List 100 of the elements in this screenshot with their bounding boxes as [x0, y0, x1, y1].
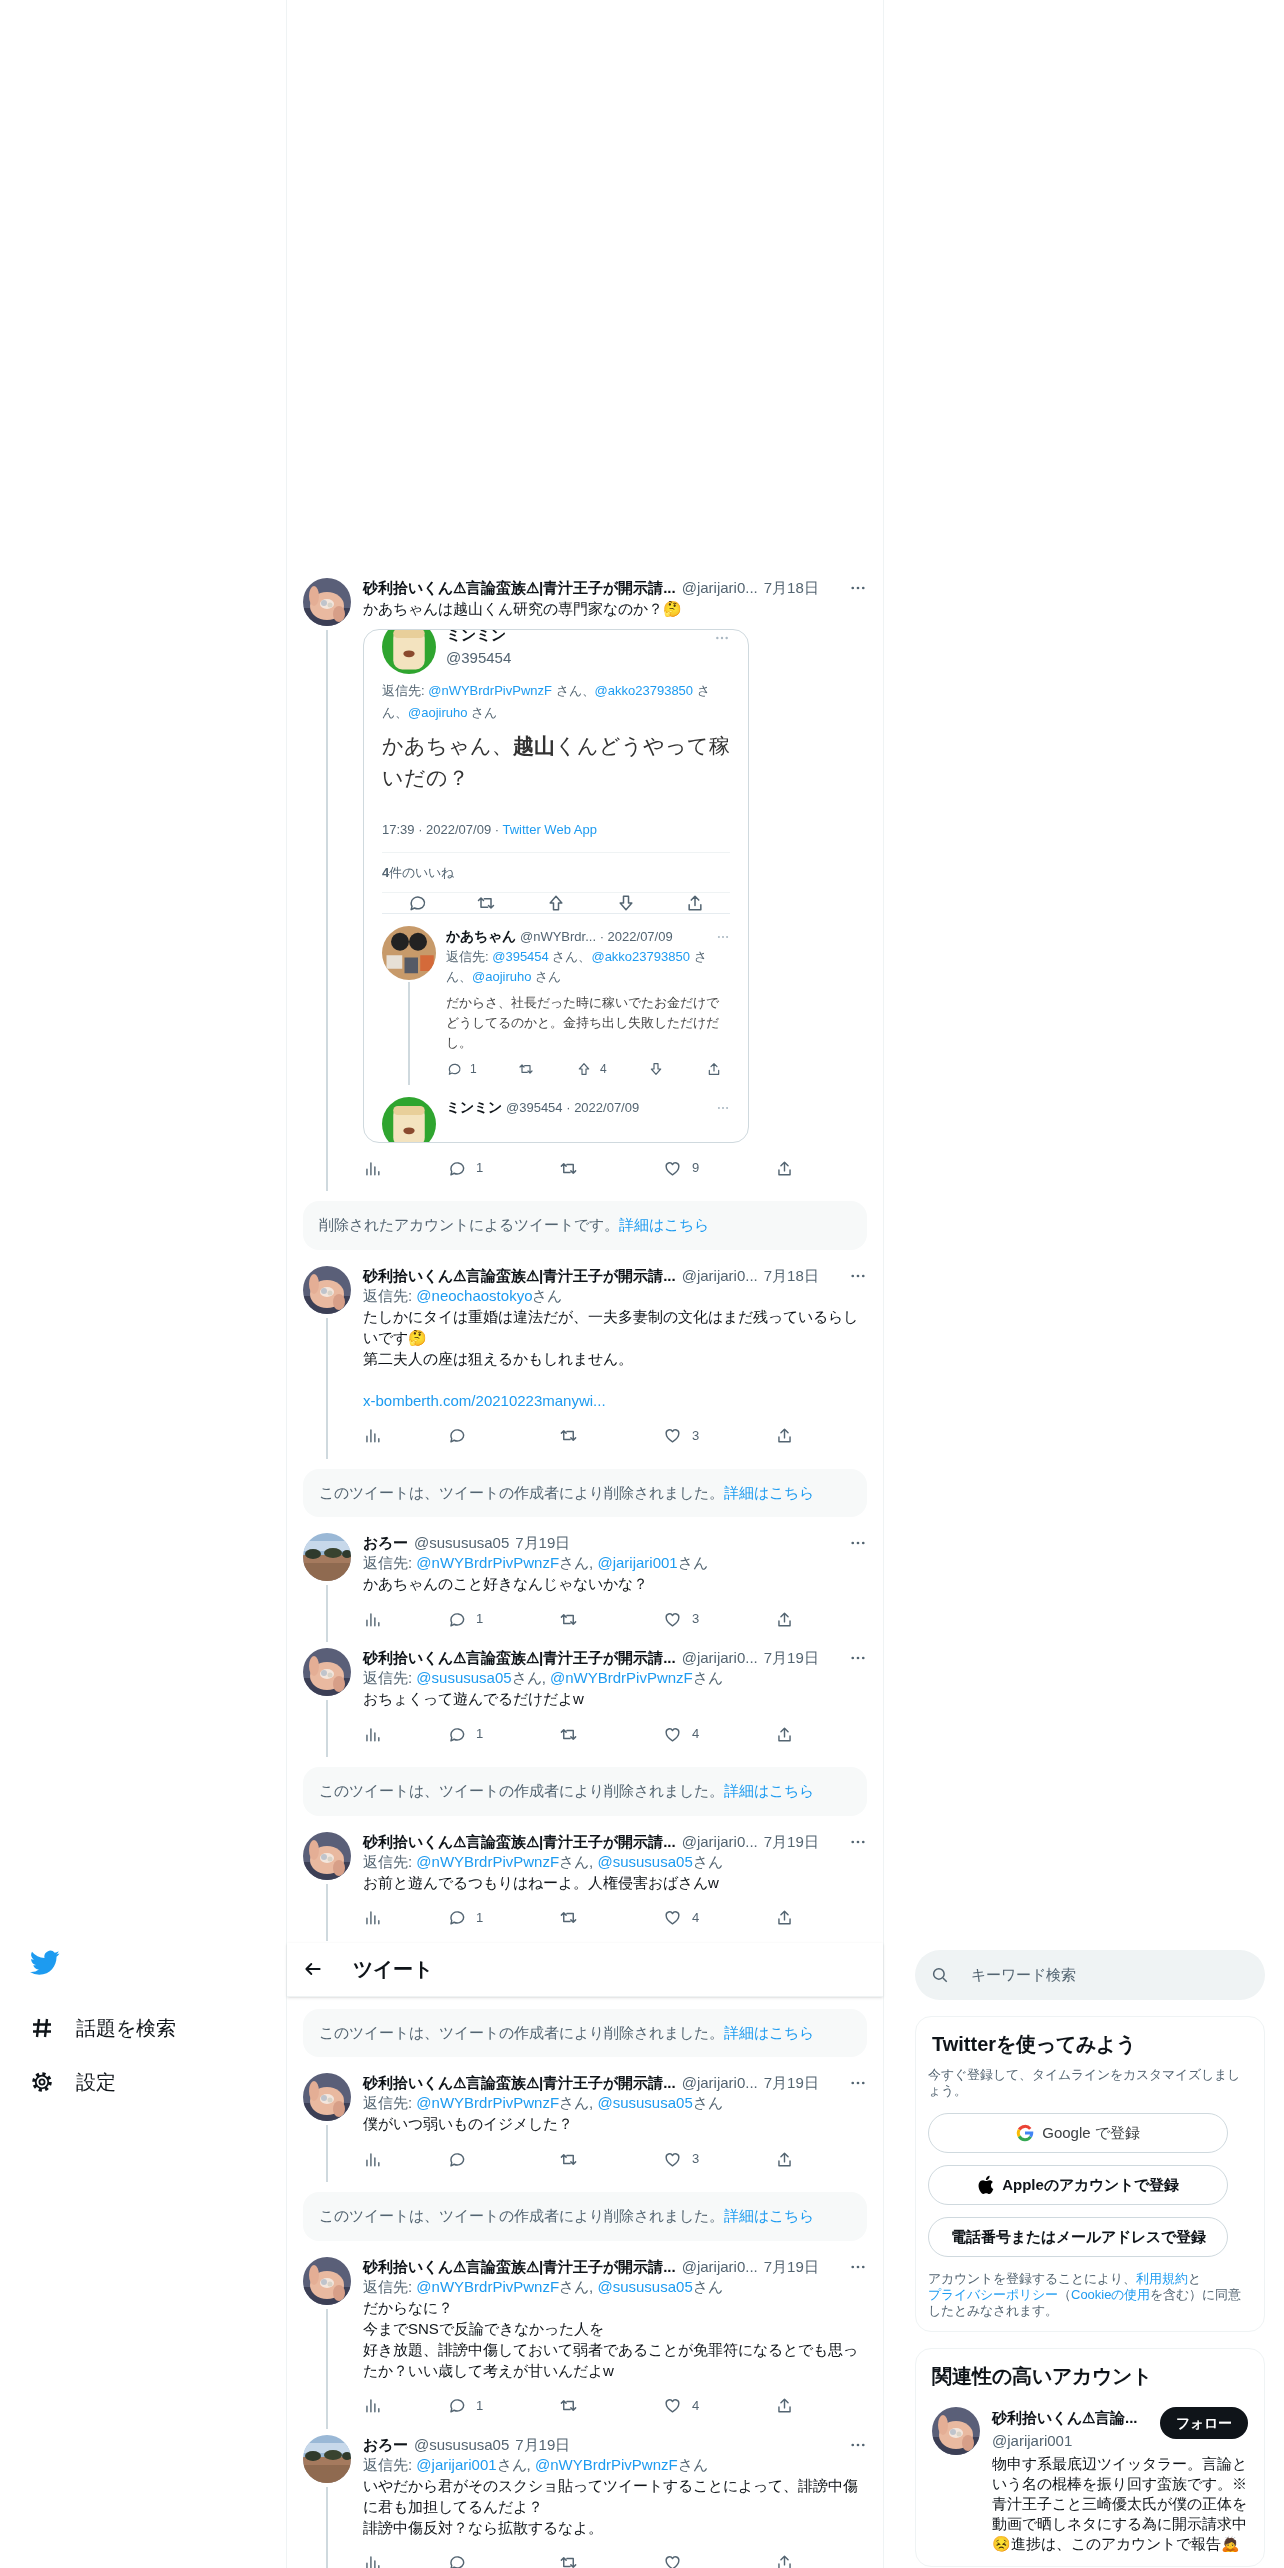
count: 3	[692, 1426, 700, 1445]
tweet-text: いやだから君がそのスクショ貼ってツイートすることによって、誹謗中傷に君も加担してるんだよ？	[363, 2475, 859, 2517]
card-subtitle: 今すぐ登録して、タイムラインをカスタマイズしましょう。	[928, 2067, 1241, 2099]
count: 1	[476, 1610, 484, 1629]
learn-more-link[interactable]: 詳細はこちら	[724, 2207, 814, 2224]
views-icon[interactable]	[363, 1908, 382, 1927]
user-handle: @jarijari001	[992, 2430, 1074, 2451]
count: 1	[476, 2396, 484, 2415]
reply-to-line: 返信先: @nWYBrdrPivPwnzF さん、@akko23793850 さん、@aojiruho さん	[381, 682, 711, 722]
user-name: 砂利拾いくん⚠言論蛮族⚠|青汁王子が開示請...	[363, 1265, 676, 1286]
tweet-date: 7月19日	[763, 1648, 819, 1668]
reply-icon[interactable]	[446, 1061, 462, 1077]
like-icon[interactable]	[663, 2396, 682, 2415]
tweet-text: だからなに？	[363, 2297, 454, 2318]
user-handle: @jarijari0...	[681, 578, 758, 598]
user-handle: @nWYBrdr... · 2022/07/09	[520, 927, 674, 946]
reply-icon[interactable]	[447, 2553, 466, 2568]
count: 3	[692, 1610, 700, 1629]
share-icon[interactable]	[775, 2149, 794, 2169]
legal-text: アカウントを登録することにより、利用規約 と プライバシーポリシー（Cookieの使用を含む）に同意したとみなされます。	[928, 2271, 1243, 2319]
tweet-text: たしかにタイは重婚は違法だが、一夫多妻制の文化はまだ残っているらしいです🤔	[363, 1306, 859, 1348]
g-logo-icon	[1016, 2124, 1035, 2142]
user-name: 砂利拾いくん⚠言論蛮族⚠|青汁王子が開示請...	[363, 578, 676, 598]
tweet-link[interactable]: x-bomberth.com/20210223manywi...	[363, 1389, 606, 1411]
tweet-date: 7月19日	[515, 1533, 571, 1553]
share-icon[interactable]	[775, 2553, 794, 2568]
views-icon[interactable]	[363, 2396, 382, 2415]
user-handle: @susususa05	[414, 1533, 510, 1553]
apple-icon	[977, 2175, 995, 2195]
card-title: Twitterを使ってみよう	[931, 2032, 1138, 2057]
user-name: 砂利拾いくん⚠言論蛮族⚠|青汁王子が開示請...	[363, 2256, 676, 2277]
reply-icon[interactable]	[447, 2396, 466, 2415]
like-icon[interactable]	[663, 2553, 682, 2568]
legal-link[interactable]: プライバシーポリシー	[928, 2287, 1058, 2302]
signup-button[interactable]: Appleのアカウントで登録	[928, 2165, 1228, 2205]
reply-to-line: 返信先: @neochaostokyoさん	[363, 1285, 564, 1306]
learn-more-link[interactable]: 詳細はこちら	[619, 1216, 709, 1233]
user-handle: @395454 · 2022/07/09	[506, 1098, 641, 1117]
tweet-text: だからさ、社長だった時に稼いでたお金だけでどうしてるのかと。金持ち出し失敗しただけだし。	[446, 994, 720, 1052]
tweet-text: 好き放題、誹謗中傷しておいて弱者であることが免罪符になるとでも思ったか？いい歳して考えが甘いんだよw	[363, 2339, 859, 2381]
tweet-date: 7月18日	[763, 1265, 819, 1286]
share-icon[interactable]	[775, 2396, 794, 2415]
reply-icon[interactable]	[447, 1908, 466, 1927]
account-bio: 物申す系最底辺ツイッタラー。言論という名の棍棒を振り回す蛮族です。※青汁王子こと三崎優太氏が僕の正体を動画で晒しネタにする為に開示請求中😣進捗は、このアカウントで報告🙇	[992, 2454, 1248, 2554]
user-name: ミンミン	[446, 630, 507, 645]
reply-to-line: 返信先: @jarijari001さん, @nWYBrdrPivPwnzFさん	[363, 2454, 709, 2475]
user-name: おろー	[363, 1533, 408, 1553]
upvote-icon[interactable]	[576, 1061, 592, 1077]
user-name: かあちゃん	[446, 927, 516, 946]
follow-button[interactable]: フォロー	[1160, 2407, 1248, 2439]
reply-to-line: 返信先: @nWYBrdrPivPwnzFさん, @susususa05さん	[363, 1851, 724, 1872]
count: 1	[476, 1159, 484, 1178]
search-field[interactable]: キーワード検索	[915, 1950, 1265, 2000]
card-title: 関連性の高いアカウント	[932, 2364, 1153, 2389]
legal-link[interactable]: Cookieの使用	[1071, 2287, 1151, 2302]
user-name: 砂利拾いくん⚠言論蛮族⚠|青汁王子が開示請...	[363, 1648, 676, 1668]
share-icon[interactable]	[775, 1158, 794, 1178]
user-handle: @jarijari0...	[681, 1265, 758, 1286]
signup-button[interactable]: Google で登録	[928, 2113, 1228, 2153]
settings-link[interactable]: 設定	[30, 2066, 286, 2098]
reply-icon[interactable]	[447, 1426, 466, 1445]
learn-more-link[interactable]: 詳細はこちら	[724, 1483, 814, 1501]
deleted-tweet-notice: このツイートは、ツイートの作成者により削除されました。詳細はこちら	[303, 2192, 867, 2241]
tweet-text: かあちゃん、越山くんどうやって稼いだの？	[381, 733, 731, 791]
user-name: 砂利拾いくん⚠言論...	[992, 2408, 1139, 2428]
share-icon[interactable]	[775, 1908, 794, 1927]
like-icon[interactable]	[663, 1908, 682, 1927]
tweet-date: 7月19日	[763, 2256, 819, 2277]
user-handle: @susususa05	[414, 2434, 510, 2455]
like-icon[interactable]	[663, 1426, 682, 1445]
explore-link[interactable]: 話題を検索	[30, 2012, 286, 2044]
user-handle: @395454	[446, 647, 513, 668]
tweet-text: 第二夫人の座は狙えるかもしれません。	[363, 1348, 634, 1369]
user-handle: @jarijari0...	[681, 2256, 758, 2277]
user-name: 砂利拾いくん⚠言論蛮族⚠|青汁王子が開示請...	[363, 2073, 676, 2093]
user-handle: @jarijari0...	[681, 2073, 758, 2093]
bird-icon[interactable]	[30, 1950, 60, 1976]
legal-link[interactable]: 利用規約	[1136, 2271, 1188, 2286]
learn-more-link[interactable]: 詳細はこちら	[724, 1782, 814, 1799]
tweet-text: おちょくって遊んでるだけだよw	[363, 1689, 585, 1709]
views-icon[interactable]	[363, 1426, 382, 1445]
tweet-date: 7月19日	[763, 2073, 819, 2093]
tweet-text: 今までSNSで反論できなかった人を	[363, 2318, 605, 2339]
user-name: 砂利拾いくん⚠言論蛮族⚠|青汁王子が開示請...	[363, 1831, 676, 1852]
tweet-date: 7月18日	[763, 578, 819, 598]
tweet-text: 誹謗中傷反対？なら拡散するなよ。	[363, 2517, 604, 2538]
settings-icon	[30, 2070, 54, 2094]
tweet-date: 7月19日	[763, 1831, 819, 1852]
share-icon[interactable]	[706, 1061, 722, 1077]
share-icon[interactable]	[775, 1724, 794, 1744]
tweet-text: 僕がいつ弱いものイジメした？	[363, 2114, 574, 2134]
count: 1	[470, 1061, 477, 1078]
count: 4	[692, 1725, 700, 1744]
views-icon[interactable]	[363, 2553, 382, 2568]
share-icon[interactable]	[775, 1609, 794, 1629]
signup-button[interactable]: 電話番号またはメールアドレスで登録	[928, 2217, 1228, 2257]
share-icon[interactable]	[775, 1426, 794, 1445]
like-summary: 4件のいいね	[382, 851, 730, 893]
tweet-text: かあちゃんは越山くん研究の専門家なのか？🤔	[363, 599, 683, 619]
learn-more-link[interactable]: 詳細はこちら	[724, 2023, 814, 2041]
